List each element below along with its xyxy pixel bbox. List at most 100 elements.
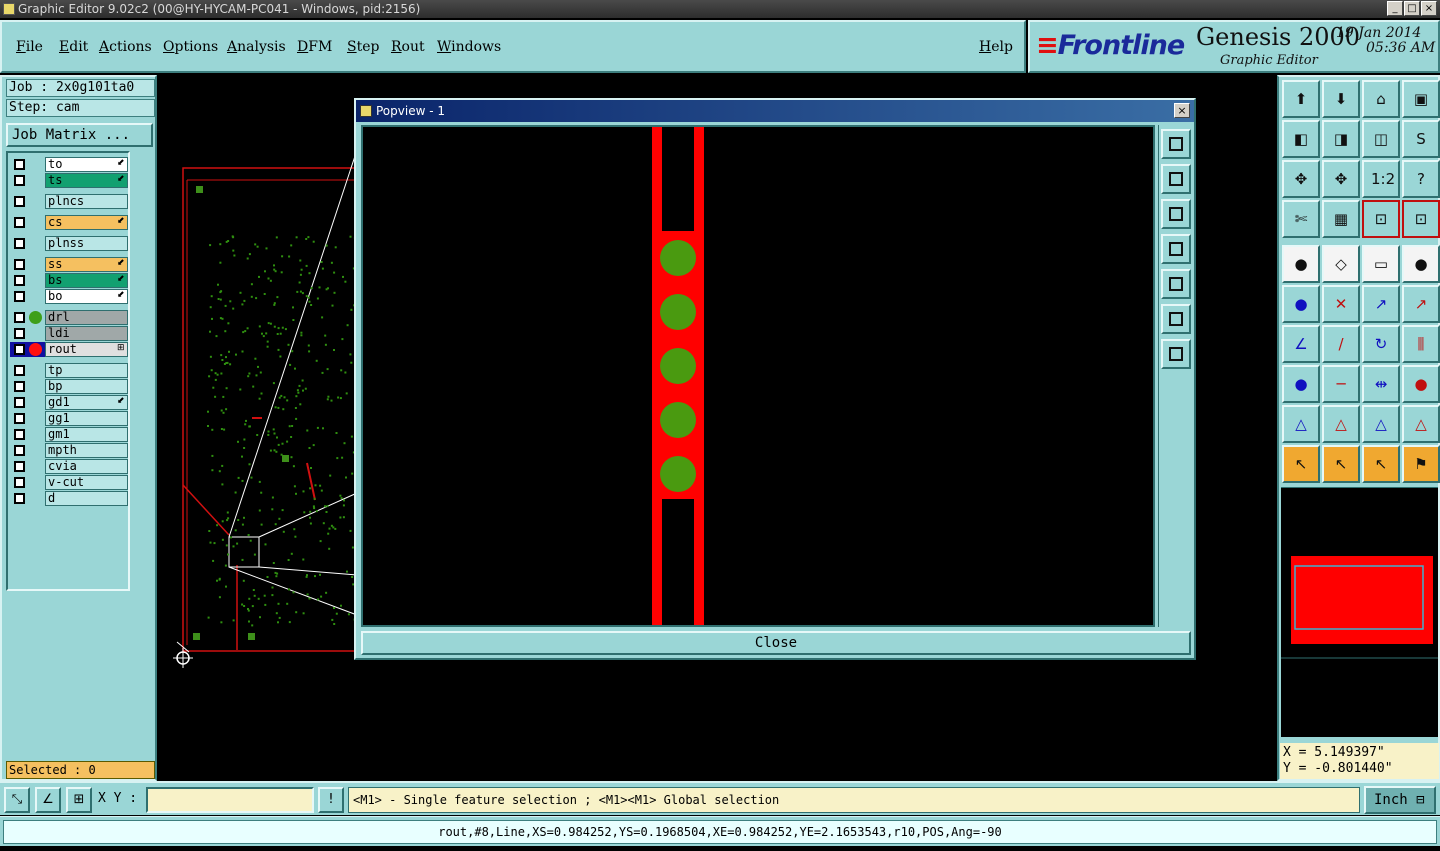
layer-checkbox[interactable] <box>14 328 25 339</box>
tool-button-29-icon[interactable]: ● <box>1282 365 1320 403</box>
tool-button-30-icon[interactable]: ─ <box>1322 365 1360 403</box>
layer-checkbox[interactable] <box>14 397 25 408</box>
angle-icon[interactable]: ∠ <box>35 787 61 813</box>
tool-button-9-icon[interactable]: ✥ <box>1282 160 1320 198</box>
job-matrix-button[interactable]: Job Matrix ... <box>6 123 153 147</box>
layer-row-bo[interactable]: bo ⬋ <box>10 289 128 304</box>
layer-checkbox[interactable] <box>14 217 25 228</box>
layer-row-drl[interactable]: drl <box>10 310 128 325</box>
unit-selector[interactable]: Inch ⊟ <box>1364 786 1436 814</box>
popview-tool-2[interactable] <box>1161 164 1191 194</box>
layer-checkbox[interactable] <box>14 196 25 207</box>
layer-row-ss[interactable]: ss ⬋ <box>10 257 128 272</box>
layer-checkbox[interactable] <box>14 413 25 424</box>
layer-row-v-cut[interactable]: v-cut <box>10 475 128 490</box>
popview-tool-6[interactable] <box>1161 304 1191 334</box>
popview-close-icon[interactable]: × <box>1174 103 1190 118</box>
xy-input[interactable] <box>146 787 314 813</box>
tool-button-7-icon[interactable]: ◫ <box>1362 120 1400 158</box>
menu-dfm[interactable]: DFM <box>297 39 332 55</box>
tool-button-31-icon[interactable]: ⇹ <box>1362 365 1400 403</box>
tool-button-28-icon[interactable]: ⫼ <box>1402 325 1440 363</box>
menu-options[interactable]: Options <box>163 39 218 55</box>
layer-checkbox[interactable] <box>14 159 25 170</box>
popview-tool-5[interactable] <box>1161 269 1191 299</box>
close-window-button[interactable]: × <box>1421 1 1437 16</box>
popview-tool-7[interactable] <box>1161 339 1191 369</box>
layer-checkbox[interactable] <box>14 429 25 440</box>
tool-button-11-icon[interactable]: 1:2 <box>1362 160 1400 198</box>
grid-icon[interactable]: ⊞ <box>66 787 92 813</box>
tool-button-16-icon[interactable]: ⊡ <box>1402 200 1440 238</box>
tool-button-4-icon[interactable]: ▣ <box>1402 80 1440 118</box>
tool-button-25-icon[interactable]: ∠ <box>1282 325 1320 363</box>
tool-button-27-icon[interactable]: ↻ <box>1362 325 1400 363</box>
layer-row-mpth[interactable]: mpth <box>10 443 128 458</box>
tool-button-5-icon[interactable]: ◧ <box>1282 120 1320 158</box>
tool-button-24-icon[interactable]: ↗ <box>1402 285 1440 323</box>
tool-button-15-icon[interactable]: ⊡ <box>1362 200 1400 238</box>
tool-button-23-icon[interactable]: ↗ <box>1362 285 1400 323</box>
tool-button-22-icon[interactable]: ✕ <box>1322 285 1360 323</box>
tool-button-13-icon[interactable]: ✄ <box>1282 200 1320 238</box>
menu-file[interactable]: File <box>16 39 43 55</box>
layer-row-bs[interactable]: bs ⬋ <box>10 273 128 288</box>
popview-canvas[interactable] <box>361 125 1155 627</box>
tool-button-2-icon[interactable]: ⬇ <box>1322 80 1360 118</box>
layer-row-gd1[interactable]: gd1 ⬋ <box>10 395 128 410</box>
layer-checkbox[interactable] <box>14 344 25 355</box>
tool-button-36-icon[interactable]: △ <box>1402 405 1440 443</box>
menu-rout[interactable]: Rout <box>391 39 425 55</box>
tool-button-26-icon[interactable]: / <box>1322 325 1360 363</box>
layer-row-plnss[interactable]: plnss <box>10 236 128 251</box>
menu-windows[interactable]: Windows <box>437 39 501 55</box>
tool-button-17-icon[interactable]: ● <box>1282 245 1320 283</box>
popview-title-bar[interactable]: Popview - 1 × <box>356 100 1194 122</box>
tool-button-12-icon[interactable]: ? <box>1402 160 1440 198</box>
tool-button-6-icon[interactable]: ◨ <box>1322 120 1360 158</box>
layer-row-gg1[interactable]: gg1 <box>10 411 128 426</box>
layer-checkbox[interactable] <box>14 291 25 302</box>
maximize-button[interactable]: □ <box>1404 1 1420 16</box>
popview-tool-1[interactable] <box>1161 129 1191 159</box>
tool-button-32-icon[interactable]: ● <box>1402 365 1440 403</box>
layer-row-ts[interactable]: ts ⬋ <box>10 173 128 188</box>
tool-button-1-icon[interactable]: ⬆ <box>1282 80 1320 118</box>
layer-row-to[interactable]: to ⬋ <box>10 157 128 172</box>
layer-checkbox[interactable] <box>14 461 25 472</box>
layer-checkbox[interactable] <box>14 477 25 488</box>
tool-button-19-icon[interactable]: ▭ <box>1362 245 1400 283</box>
popview-close-button[interactable]: Close <box>361 631 1191 655</box>
menu-analysis[interactable]: Analysis <box>227 39 286 55</box>
popview-tool-3[interactable] <box>1161 199 1191 229</box>
layer-row-cvia[interactable]: cvia <box>10 459 128 474</box>
popview-tool-4[interactable] <box>1161 234 1191 264</box>
menu-step[interactable]: Step <box>347 39 379 55</box>
layer-row-gm1[interactable]: gm1 <box>10 427 128 442</box>
minimize-button[interactable]: _ <box>1387 1 1403 16</box>
tool-button-38-icon[interactable]: ↖ <box>1322 445 1360 483</box>
tool-button-3-icon[interactable]: ⌂ <box>1362 80 1400 118</box>
tool-button-33-icon[interactable]: △ <box>1282 405 1320 443</box>
tool-button-35-icon[interactable]: △ <box>1362 405 1400 443</box>
layer-checkbox[interactable] <box>14 175 25 186</box>
tool-button-14-icon[interactable]: ▦ <box>1322 200 1360 238</box>
layer-checkbox[interactable] <box>14 259 25 270</box>
tool-button-10-icon[interactable]: ✥ <box>1322 160 1360 198</box>
menu-actions[interactable]: Actions <box>99 39 152 55</box>
layer-row-rout[interactable]: rout ⊞ <box>10 342 128 357</box>
layer-row-bp[interactable]: bp <box>10 379 128 394</box>
layer-row-tp[interactable]: tp <box>10 363 128 378</box>
tool-button-40-icon[interactable]: ⚑ <box>1402 445 1440 483</box>
alert-icon[interactable]: ! <box>318 787 344 813</box>
tool-button-37-icon[interactable]: ↖ <box>1282 445 1320 483</box>
overview-map[interactable] <box>1281 487 1438 737</box>
tool-button-34-icon[interactable]: △ <box>1322 405 1360 443</box>
layer-checkbox[interactable] <box>14 312 25 323</box>
layer-checkbox[interactable] <box>14 445 25 456</box>
tool-button-39-icon[interactable]: ↖ <box>1362 445 1400 483</box>
tool-button-20-icon[interactable]: ● <box>1402 245 1440 283</box>
layer-checkbox[interactable] <box>14 493 25 504</box>
tool-button-18-icon[interactable]: ◇ <box>1322 245 1360 283</box>
layer-row-cs[interactable]: cs ⬋ <box>10 215 128 230</box>
